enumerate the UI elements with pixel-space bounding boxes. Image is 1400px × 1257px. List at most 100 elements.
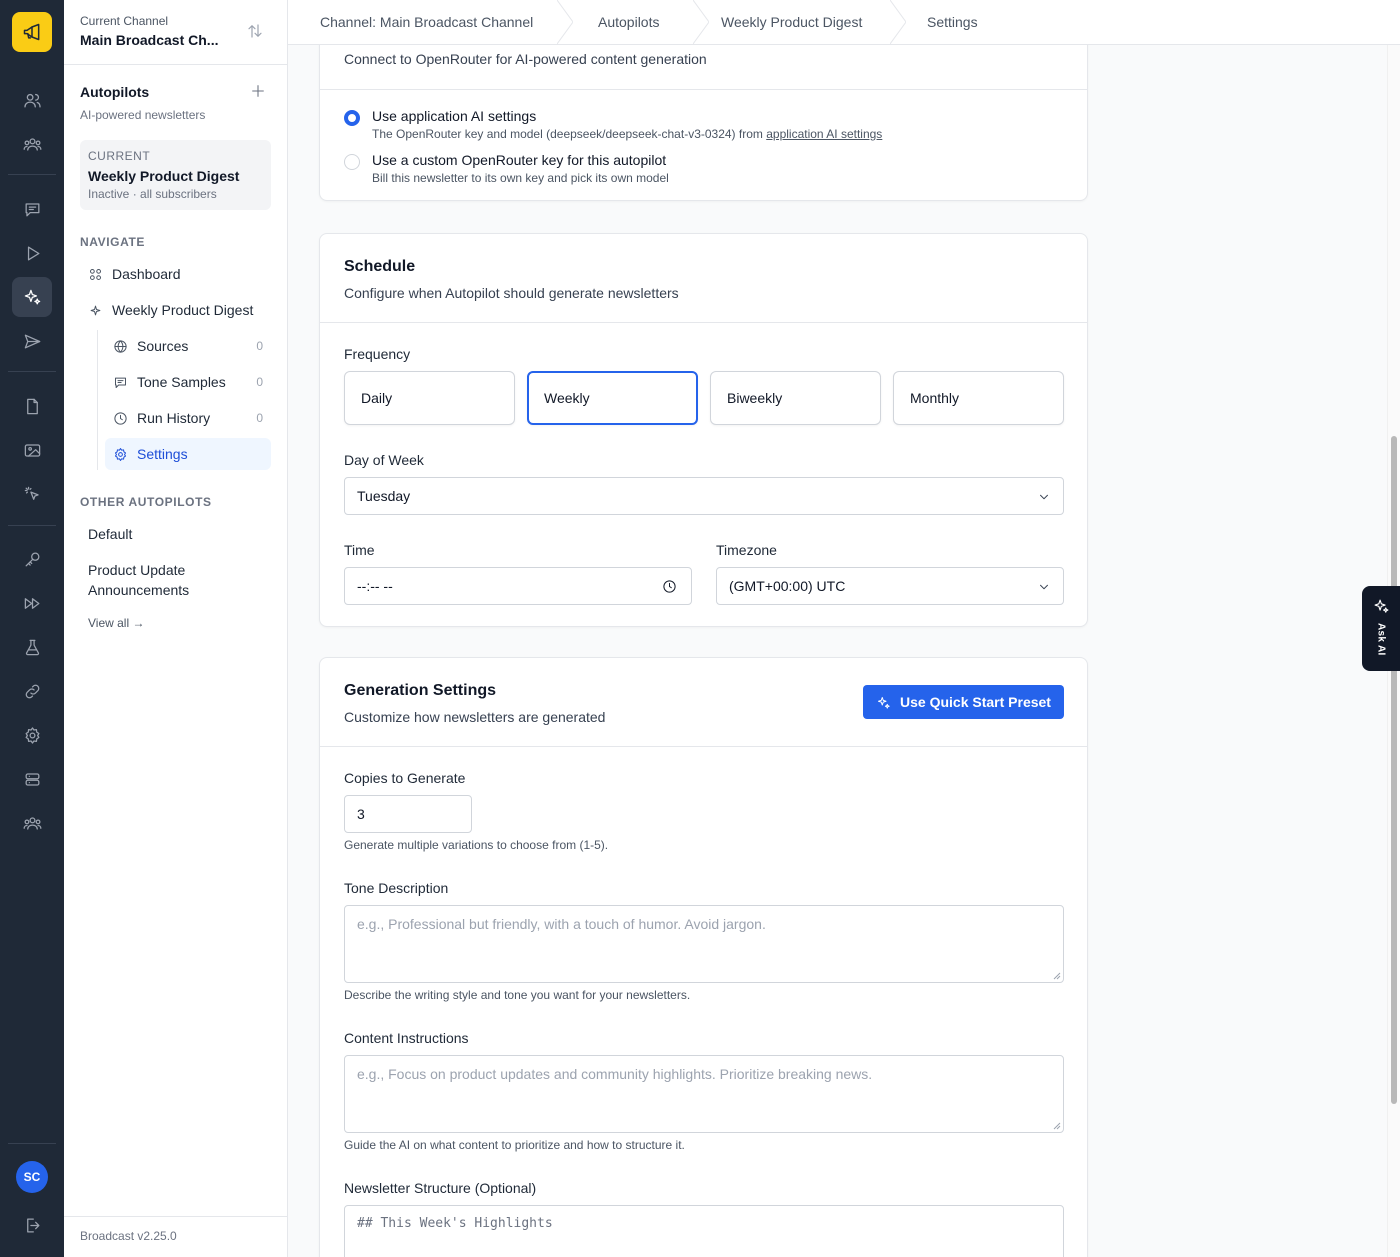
resize-grip-icon[interactable]: [1053, 1122, 1061, 1130]
frequency-monthly-option[interactable]: Monthly: [893, 371, 1064, 425]
resize-grip-icon[interactable]: [1053, 972, 1061, 980]
add-autopilot-button[interactable]: [250, 83, 268, 101]
use-quick-start-preset-button[interactable]: Use Quick Start Preset: [863, 685, 1064, 719]
sidebar-item-dashboard[interactable]: Dashboard: [88, 258, 271, 290]
tone-samples-count: 0: [256, 375, 263, 389]
clock-icon[interactable]: [662, 579, 677, 594]
rail-divider: [8, 525, 56, 526]
application-ai-settings-link[interactable]: application AI settings: [766, 127, 882, 141]
sidebar: Current Channel Main Broadcast Ch... Aut…: [64, 0, 288, 1257]
option1-help-text: The OpenRouter key and model (deepseek/d…: [372, 127, 763, 141]
sidebar-item-tone-samples[interactable]: Tone Samples 0: [105, 366, 271, 398]
key-icon[interactable]: [12, 539, 52, 579]
rail-divider: [8, 371, 56, 372]
sidebar-item-digest[interactable]: Weekly Product Digest: [88, 294, 271, 326]
message-icon[interactable]: [12, 189, 52, 229]
time-value: --:-- --: [357, 578, 393, 594]
sidebar-item-settings[interactable]: Settings: [105, 438, 271, 470]
use-application-ai-radio[interactable]: [344, 110, 360, 126]
ask-ai-button[interactable]: Ask AI: [1362, 586, 1400, 671]
other-autopilot-item[interactable]: Product Update Announcements: [88, 560, 238, 600]
day-of-week-label: Day of Week: [344, 452, 424, 468]
breadcrumb: Channel: Main Broadcast Channel Autopilo…: [288, 0, 1400, 45]
other-autopilot-item[interactable]: Default: [88, 524, 132, 544]
sidebar-item-run-history[interactable]: Run History 0: [105, 402, 271, 434]
schedule-description: Configure when Autopilot should generate…: [344, 285, 679, 301]
navigate-heading: NAVIGATE: [80, 235, 146, 249]
sparkles-icon: [1374, 599, 1388, 613]
cursor-click-icon[interactable]: [12, 474, 52, 514]
generation-settings-card: Generation Settings Customize how newsle…: [319, 657, 1088, 1257]
sidebar-divider: [64, 1216, 288, 1217]
timezone-label: Timezone: [716, 542, 777, 558]
current-channel-name[interactable]: Main Broadcast Ch...: [80, 32, 218, 48]
app-rail: SC: [0, 0, 64, 1257]
newsletter-structure-textarea[interactable]: ## This Week's Highlights: [344, 1205, 1064, 1257]
tone-description-textarea[interactable]: e.g., Professional but friendly, with a …: [344, 905, 1064, 983]
ai-settings-card: Connect to OpenRouter for AI-powered con…: [319, 45, 1088, 201]
link-icon[interactable]: [12, 671, 52, 711]
content-help: Guide the AI on what content to prioriti…: [344, 1138, 685, 1152]
structure-placeholder: ## This Week's Highlights: [357, 1216, 553, 1231]
chat-bubble-icon: [115, 377, 126, 388]
generation-title: Generation Settings: [344, 682, 497, 699]
content-instructions-textarea[interactable]: e.g., Focus on product updates and commu…: [344, 1055, 1064, 1133]
fast-forward-icon[interactable]: [12, 583, 52, 623]
view-all-link[interactable]: View all →: [88, 616, 144, 630]
megaphone-logo-icon[interactable]: [12, 12, 52, 52]
breadcrumb-separator: [889, 0, 907, 45]
beaker-icon[interactable]: [12, 627, 52, 667]
copies-input[interactable]: 3: [344, 795, 472, 833]
time-label: Time: [344, 542, 375, 558]
contacts-icon[interactable]: [12, 80, 52, 120]
use-application-ai-label: Use application AI settings: [372, 108, 537, 124]
send-icon[interactable]: [12, 321, 52, 361]
generation-description: Customize how newsletters are generated: [344, 709, 606, 725]
logout-icon[interactable]: [12, 1205, 52, 1245]
sparkles-icon[interactable]: [12, 277, 52, 317]
globe-icon: [114, 339, 127, 353]
sidebar-item-label: Settings: [137, 446, 188, 462]
segments-icon[interactable]: [12, 124, 52, 164]
breadcrumb-autopilot[interactable]: Weekly Product Digest: [721, 0, 862, 44]
database-icon[interactable]: [12, 759, 52, 799]
sources-count: 0: [256, 339, 263, 353]
time-input[interactable]: --:-- --: [344, 567, 692, 605]
content-instructions-label: Content Instructions: [344, 1030, 469, 1046]
ai-settings-description: Connect to OpenRouter for AI-powered con…: [344, 51, 707, 67]
gear-icon[interactable]: [12, 715, 52, 755]
switch-channel-icon[interactable]: [246, 22, 266, 42]
frequency-weekly-option[interactable]: Weekly: [527, 371, 698, 425]
image-icon[interactable]: [12, 430, 52, 470]
document-icon[interactable]: [12, 386, 52, 426]
sidebar-divider: [64, 64, 288, 65]
play-icon[interactable]: [12, 233, 52, 273]
frequency-biweekly-option[interactable]: Biweekly: [710, 371, 881, 425]
preset-button-label: Use Quick Start Preset: [900, 694, 1051, 710]
breadcrumb-separator: [556, 0, 574, 45]
ask-ai-label: Ask AI: [1375, 623, 1387, 656]
scrollbar-thumb[interactable]: [1391, 436, 1397, 1104]
sidebar-item-sources[interactable]: Sources 0: [105, 330, 271, 362]
card-divider: [320, 746, 1087, 747]
tree-line: [97, 330, 98, 470]
timezone-select[interactable]: (GMT+00:00) UTC: [716, 567, 1064, 605]
autopilots-title: Autopilots: [80, 84, 150, 100]
breadcrumb-channel[interactable]: Channel: Main Broadcast Channel: [320, 0, 533, 44]
user-avatar[interactable]: SC: [16, 1161, 48, 1193]
sidebar-item-label: Weekly Product Digest: [112, 302, 254, 318]
current-label: CURRENT: [88, 149, 151, 163]
clock-icon: [114, 411, 127, 425]
schedule-title: Schedule: [344, 258, 416, 275]
team-icon[interactable]: [12, 803, 52, 843]
use-custom-key-radio[interactable]: [344, 154, 360, 170]
sparkle-icon: [90, 305, 101, 315]
use-application-ai-help: The OpenRouter key and model (deepseek/d…: [372, 127, 882, 141]
other-autopilots-heading: OTHER AUTOPILOTS: [80, 495, 212, 509]
day-of-week-select[interactable]: Tuesday: [344, 477, 1064, 515]
main-content: Connect to OpenRouter for AI-powered con…: [288, 45, 1400, 1257]
card-divider: [320, 89, 1087, 90]
frequency-daily-option[interactable]: Daily: [344, 371, 515, 425]
breadcrumb-autopilots[interactable]: Autopilots: [598, 0, 659, 44]
frequency-label: Frequency: [344, 346, 411, 362]
